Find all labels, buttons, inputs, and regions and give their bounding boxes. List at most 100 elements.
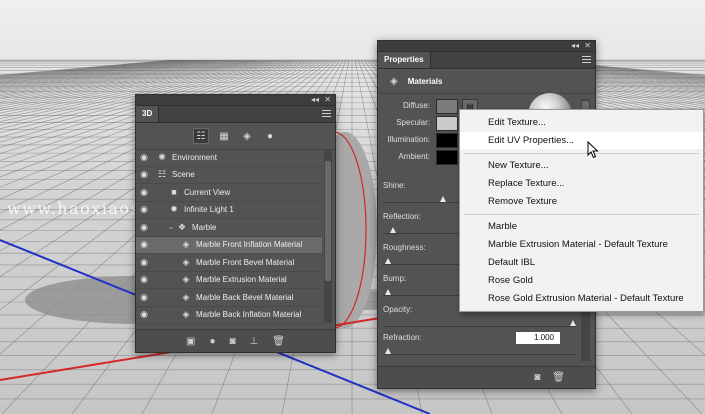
menu-item[interactable]: New Texture... [460, 157, 703, 174]
layer-row[interactable]: ◉ ◈ Marble Back Bevel Material [136, 289, 322, 307]
color-swatch[interactable] [436, 133, 458, 148]
material-icon: ◈ [182, 309, 190, 320]
scrollbar[interactable] [324, 149, 332, 323]
layer-row[interactable]: ◉ ☷ Scene [136, 167, 322, 184]
materials-header: ◈ Materials [378, 69, 595, 94]
panel-3d-topbar[interactable]: ◂◂ ✕ [136, 95, 335, 106]
materials-icon[interactable]: ◈ [240, 129, 254, 143]
environment-icon: ✺ [158, 151, 166, 162]
slider-track[interactable] [383, 326, 576, 327]
menu-item[interactable]: Rose Gold [460, 272, 703, 289]
delete-icon[interactable]: 🗑 [272, 336, 285, 347]
material-icon: ◈ [182, 274, 190, 285]
layer-label: Environment [172, 152, 217, 162]
slider-knob[interactable] [385, 348, 391, 354]
color-swatch[interactable] [436, 99, 458, 114]
visibility-eye-icon[interactable]: ◉ [136, 204, 152, 215]
slider-knob[interactable] [385, 258, 391, 264]
layer-row[interactable]: ◉ ✺ Environment [136, 149, 322, 167]
render-icon[interactable]: ◙ [534, 372, 540, 383]
layer-row[interactable]: ◉ ■ Current View [136, 184, 322, 202]
layer-label: Marble [192, 222, 217, 232]
lights-icon[interactable]: ● [263, 129, 277, 143]
material-icon: ◈ [182, 256, 190, 267]
collapse-icon[interactable]: ◂◂ [311, 95, 319, 105]
menu-item[interactable]: Default IBL [460, 254, 703, 271]
render-icon[interactable]: ◙ [230, 336, 236, 347]
layer-label: Infinite Light 1 [184, 205, 234, 215]
layer-label: Marble Back Inflation Material [196, 310, 302, 320]
collapse-icon[interactable]: ◂◂ [571, 41, 579, 51]
add-light-icon[interactable]: ● [209, 336, 215, 347]
menu-item[interactable]: Edit Texture... [460, 114, 703, 131]
layer-label: Marble Front Bevel Material [196, 257, 295, 267]
add-object-icon[interactable]: ▣ [186, 336, 195, 347]
material-icon: ◈ [182, 291, 190, 302]
tab-properties[interactable]: Properties [378, 52, 431, 68]
whole-scene-icon[interactable]: ☷ [193, 128, 209, 144]
panel-menu-icon[interactable] [582, 55, 591, 64]
close-icon[interactable]: ✕ [584, 41, 591, 51]
menu-item[interactable]: Remove Texture [460, 193, 703, 210]
visibility-eye-icon[interactable]: ◉ [136, 222, 152, 233]
menu-item[interactable]: Edit UV Properties... [460, 132, 703, 149]
slider-knob[interactable] [440, 196, 446, 202]
panel-3d-tabrow: 3D [136, 106, 335, 123]
layer-label: Marble Extrusion Material [196, 275, 287, 285]
ground-icon[interactable]: ⊥ [250, 336, 259, 347]
layer-label: Scene [172, 170, 195, 180]
layer-row[interactable]: ◉ ◈ Marble Extrusion Material [136, 272, 322, 289]
visibility-eye-icon[interactable]: ◉ [136, 152, 152, 163]
layer-row[interactable]: ◉ ✹ Infinite Light 1 [136, 202, 322, 219]
properties-topbar[interactable]: ◂◂ ✕ [378, 41, 595, 52]
menu-item[interactable]: Marble [460, 218, 703, 235]
visibility-eye-icon[interactable]: ◉ [136, 169, 152, 180]
slider-knob[interactable] [390, 227, 396, 233]
color-swatch[interactable] [436, 116, 458, 131]
menu-item[interactable]: Rose Gold Extrusion Material - Default T… [460, 290, 703, 307]
menu-separator [464, 214, 699, 215]
menu-item[interactable]: Marble Extrusion Material - Default Text… [460, 236, 703, 253]
scene-icon: ☷ [157, 169, 167, 180]
swatch-label: Diffuse: [403, 101, 430, 110]
visibility-eye-icon[interactable]: ◉ [136, 309, 152, 320]
layer-row[interactable]: ◉ ◈ Marble Front Inflation Material [136, 236, 322, 254]
slider-label: Opacity: [383, 305, 413, 314]
refraction-value-field[interactable]: 1.000 [516, 332, 560, 344]
slider-knob[interactable] [385, 289, 391, 295]
materials-icon: ◈ [390, 75, 398, 87]
mesh-icon: ❖ [177, 221, 187, 232]
layer-row[interactable]: ◉ ◈ Marble Front Bevel Material [136, 254, 322, 272]
color-swatch[interactable] [436, 150, 458, 165]
close-icon[interactable]: ✕ [324, 95, 331, 105]
filter-row: ☷ ▦ ◈ ● [136, 123, 335, 150]
expand-arrow-icon[interactable]: ⌄ [168, 223, 176, 231]
layer-label: Current View [184, 187, 231, 197]
visibility-eye-icon[interactable]: ◉ [136, 257, 152, 268]
slider-label: Reflection: [383, 212, 421, 221]
slider-label: Refraction: [383, 333, 422, 342]
swatch-label: Specular: [396, 118, 430, 127]
properties-footer: ◙ 🗑 [378, 366, 595, 388]
visibility-eye-icon[interactable]: ◉ [136, 274, 152, 285]
layer-row[interactable]: ◉ ◈ Marble Back Inflation Material [136, 307, 322, 324]
visibility-eye-icon[interactable]: ◉ [136, 187, 152, 198]
visibility-eye-icon[interactable]: ◉ [136, 292, 152, 303]
mouse-cursor-icon [587, 141, 599, 159]
layer-label: Marble Front Inflation Material [196, 240, 303, 250]
panel-menu-icon[interactable] [322, 109, 331, 118]
layer-row[interactable]: ◉ ⌄ ❖ Marble [136, 219, 322, 237]
slider-track[interactable] [383, 354, 576, 355]
texture-context-menu: Edit Texture... Edit UV Properties... New … [459, 109, 704, 312]
meshes-icon[interactable]: ▦ [217, 129, 231, 143]
layer-list: ◉ ✺ Environment ◉ ☷ Scene ◉ ■ Current View ◉ ✹ Infi… [136, 149, 322, 342]
panel-3d: ◂◂ ✕ 3D ☷ ▦ ◈ ● ◉ ✺ Environment ◉ ☷ Scene ◉ ■ Cu… [135, 94, 336, 353]
section-title: Materials [407, 76, 443, 86]
scrollbar-thumb[interactable] [325, 161, 331, 281]
visibility-eye-icon[interactable]: ◉ [136, 239, 152, 250]
delete-icon[interactable]: 🗑 [552, 372, 565, 383]
tab-3d[interactable]: 3D [136, 106, 160, 122]
menu-item[interactable]: Replace Texture... [460, 175, 703, 192]
slider-knob[interactable] [570, 320, 576, 326]
camera-icon: ■ [171, 187, 177, 198]
